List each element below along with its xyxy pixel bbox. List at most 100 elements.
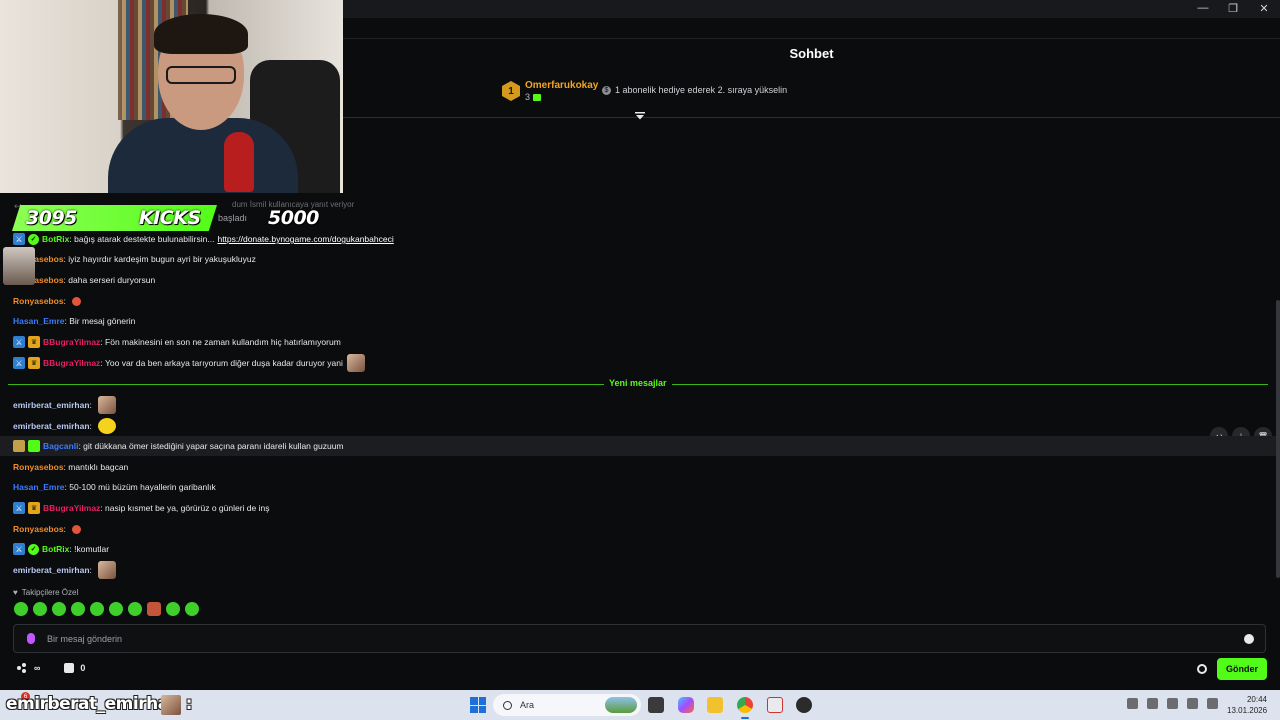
chat-message[interactable]: ⚔ ✓ BotRix: bağış atarak destekte bulunabi… bbox=[0, 229, 1276, 249]
emote-pacman-icon bbox=[98, 418, 117, 434]
chat-message[interactable]: emirberat_emirhan: bbox=[0, 416, 1276, 436]
message-link[interactable]: https://donate.bynogame.com/dogukanbahce… bbox=[217, 234, 393, 244]
system-tray bbox=[1127, 698, 1218, 709]
message-username[interactable]: BBugraYilmaz bbox=[43, 503, 100, 513]
search-highlight-image bbox=[605, 697, 637, 713]
message-username[interactable]: Bagcanli bbox=[43, 441, 78, 451]
microphone bbox=[224, 132, 254, 192]
emote-7[interactable] bbox=[128, 602, 142, 616]
send-button[interactable]: Gönder bbox=[1217, 658, 1267, 680]
chat-message[interactable]: Hasan_Emre: 50-100 mü büzüm hayallerin g… bbox=[0, 477, 1276, 497]
collapse-leaderboard-icon[interactable] bbox=[635, 112, 645, 120]
chat-message[interactable]: Hasan_Emre: Bir mesaj gönerin bbox=[0, 311, 1276, 331]
message-colon: : bbox=[63, 296, 69, 306]
user-avatar[interactable] bbox=[3, 247, 35, 285]
message-username[interactable]: Ronyasebos bbox=[13, 296, 64, 306]
message-text: !komutlar bbox=[74, 544, 110, 554]
chat-message[interactable]: Bagcanli: git dükkana ömer istediğini ya… bbox=[0, 436, 1276, 456]
emote-6[interactable] bbox=[109, 602, 123, 616]
kick-chat-app: — ❐ ✕ Sohbet 1 Omerfarukokay 3 $ 1 abone… bbox=[0, 0, 1280, 690]
moderator-badge-icon: ⚔ bbox=[13, 357, 25, 369]
chrome-icon[interactable] bbox=[737, 697, 753, 713]
moderator-badge-icon: ⚔ bbox=[13, 543, 25, 555]
channel-points[interactable]: ∞ 0 bbox=[17, 663, 85, 673]
message-text: iyiz hayırdır kardeşim bugun ayri bir ya… bbox=[68, 254, 256, 264]
volume-icon[interactable] bbox=[1207, 698, 1218, 709]
chat-message[interactable]: Ronyasebos: bbox=[0, 291, 1276, 311]
message-username[interactable]: emirberat_emirhan bbox=[13, 421, 90, 431]
microphone-icon[interactable] bbox=[27, 633, 35, 644]
message-username[interactable]: Ronyasebos bbox=[13, 524, 64, 534]
points-value: ∞ bbox=[34, 663, 41, 673]
message-username[interactable]: emirberat_emirhan bbox=[13, 400, 90, 410]
message-username[interactable]: Hasan_Emre bbox=[13, 316, 65, 326]
gifter-name: Omerfarukokay bbox=[525, 80, 599, 91]
message-username[interactable]: BBugraYilmaz bbox=[43, 358, 100, 368]
emote-picker-row bbox=[14, 602, 199, 616]
emoji-icon[interactable] bbox=[1244, 633, 1254, 644]
message-username[interactable]: emirberat_emirhan bbox=[13, 565, 90, 575]
emote-image-icon bbox=[98, 396, 117, 414]
chat-message[interactable]: Ronyasebos: iyiz hayırdır kardeşim bugun… bbox=[0, 249, 1276, 269]
message-colon: : bbox=[89, 421, 95, 431]
emote-5[interactable] bbox=[90, 602, 104, 616]
top-gifter[interactable]: 1 Omerfarukokay 3 bbox=[502, 80, 598, 102]
minimize-button[interactable]: — bbox=[1188, 0, 1218, 16]
message-text: 50-100 mü büzüm hayallerin garibanlık bbox=[69, 482, 216, 492]
windows-start-icon[interactable] bbox=[470, 697, 486, 713]
gift-count: 3 bbox=[525, 92, 598, 102]
snipping-tool-icon[interactable] bbox=[767, 697, 783, 713]
wifi-icon[interactable] bbox=[1187, 698, 1198, 709]
system-clock[interactable]: 20:44 13.01.2026 bbox=[1227, 694, 1267, 716]
overlay-emote bbox=[161, 695, 181, 715]
chat-message[interactable]: Ronyasebos: bbox=[0, 519, 1276, 539]
emote-9[interactable] bbox=[166, 602, 180, 616]
message-username[interactable]: BBugraYilmaz bbox=[43, 337, 100, 347]
windows-taskbar: 6 emirberat_emirhan : Ara 20:44 13.01.20… bbox=[0, 690, 1280, 720]
message-username[interactable]: Hasan_Emre bbox=[13, 482, 65, 492]
gifter-badge-icon bbox=[13, 440, 25, 452]
cloud-icon[interactable] bbox=[1147, 698, 1158, 709]
restore-button[interactable]: ❐ bbox=[1218, 0, 1248, 16]
subscription-icon bbox=[533, 94, 542, 102]
emote-4[interactable] bbox=[71, 602, 85, 616]
chat-message[interactable]: ⚔ ♛ BBugraYilmaz: nasip kısmet be ya, görü… bbox=[0, 498, 1276, 518]
chat-message[interactable]: ⚔ ♛ BBugraYilmaz: Fön makinesini en son ne… bbox=[0, 332, 1276, 352]
microphone-tray-icon[interactable] bbox=[1167, 698, 1178, 709]
chest-count: 0 bbox=[80, 663, 86, 673]
message-username[interactable]: BotRix bbox=[42, 234, 69, 244]
chat-message-input[interactable] bbox=[47, 633, 1244, 644]
chat-title: Sohbet bbox=[789, 45, 834, 61]
search-icon bbox=[503, 700, 512, 710]
emote-3[interactable] bbox=[52, 602, 66, 616]
chat-message[interactable]: ⚔ ✓ BotRix: !komutlar bbox=[0, 539, 1276, 559]
message-username[interactable]: Ronyasebos bbox=[13, 462, 64, 472]
chevron-up-icon[interactable] bbox=[1127, 698, 1138, 709]
chat-message[interactable]: Ronyasebos: daha serseri duryorsun bbox=[0, 270, 1276, 290]
file-explorer-icon[interactable] bbox=[707, 697, 723, 713]
message-text: Bir mesaj gönerin bbox=[69, 316, 136, 326]
emote-1[interactable] bbox=[14, 602, 28, 616]
emote-2[interactable] bbox=[33, 602, 47, 616]
emote-image-icon bbox=[346, 354, 365, 372]
chat-scrollbar[interactable] bbox=[1276, 300, 1280, 578]
settings-gear-icon[interactable] bbox=[1197, 664, 1207, 674]
copilot-app-icon[interactable] bbox=[678, 697, 694, 713]
obs-app-icon[interactable] bbox=[796, 697, 812, 713]
emote-8[interactable] bbox=[147, 602, 161, 616]
close-button[interactable]: ✕ bbox=[1249, 0, 1279, 16]
kicks-label: KICKS bbox=[139, 207, 201, 229]
chat-message[interactable]: emirberat_emirhan: bbox=[0, 395, 1276, 415]
chat-message[interactable]: Ronyasebos: mantıklı bagcan bbox=[0, 457, 1276, 477]
emote-10[interactable] bbox=[185, 602, 199, 616]
taskbar-search[interactable]: Ara bbox=[493, 694, 641, 716]
file-viewer-app-icon[interactable] bbox=[648, 697, 664, 713]
active-app-indicator bbox=[741, 717, 749, 719]
chest-icon[interactable] bbox=[64, 663, 75, 673]
heart-icon: ♥ bbox=[13, 588, 18, 597]
chat-message[interactable]: ⚔ ♛ BBugraYilmaz: Yoo var da ben arkaya ta… bbox=[0, 353, 1276, 373]
search-placeholder: Ara bbox=[520, 700, 535, 710]
chat-message[interactable]: emirberat_emirhan: bbox=[0, 560, 1276, 580]
message-username[interactable]: BotRix bbox=[42, 544, 69, 554]
message-text: mantıklı bagcan bbox=[68, 462, 129, 472]
